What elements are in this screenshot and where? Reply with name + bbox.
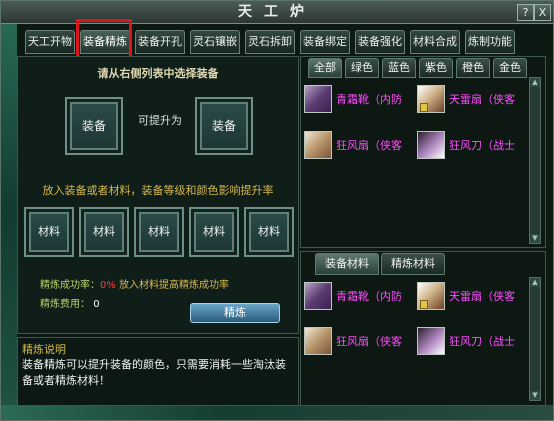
- boots-icon: [304, 85, 332, 113]
- material-slot[interactable]: 材料: [79, 207, 129, 257]
- item-name: 青霜靴（内防: [336, 93, 402, 106]
- fan-icon: [417, 282, 445, 310]
- filter-all[interactable]: 全部: [308, 58, 342, 78]
- filter-orange[interactable]: 橙色: [456, 58, 490, 78]
- description-text: 装备精炼可以提升装备的颜色，只需要消耗一些淘汰装备或者精炼材料！: [22, 358, 286, 387]
- scroll-down-icon[interactable]: ▼: [530, 234, 540, 243]
- item-name: 天雷扇（侠客: [449, 93, 515, 106]
- tab-socket[interactable]: 装备开孔: [135, 30, 185, 54]
- cost-label: 精炼费用：: [40, 299, 90, 310]
- scroll-up-icon[interactable]: ▲: [530, 278, 540, 287]
- highlight-box: [76, 19, 132, 59]
- list-item[interactable]: 狂风扇（侠客: [302, 327, 412, 355]
- filter-purple[interactable]: 紫色: [419, 58, 453, 78]
- upgrade-label: 可提升为: [138, 114, 182, 127]
- material-slot[interactable]: 材料: [189, 207, 239, 257]
- filter-blue[interactable]: 蓝色: [382, 58, 416, 78]
- item-name: 狂风扇（侠客: [336, 139, 402, 152]
- material-slot[interactable]: 材料: [134, 207, 184, 257]
- item-name: 狂风刀（战士: [449, 335, 515, 348]
- tab-refine-material[interactable]: 精炼材料: [381, 253, 445, 275]
- filter-gold[interactable]: 金色: [493, 58, 527, 78]
- list-item[interactable]: 天雷扇（侠客: [415, 282, 525, 310]
- success-rate-value: 0%: [100, 280, 116, 291]
- material-scrollbar[interactable]: ▲ ▼: [529, 277, 541, 401]
- success-rate-label: 精炼成功率：: [40, 280, 100, 291]
- list-item[interactable]: 狂风刀（战士: [415, 327, 525, 355]
- material-slot-label: 材料: [258, 225, 280, 238]
- filter-green[interactable]: 绿色: [345, 58, 379, 78]
- tab-bind[interactable]: 装备绑定: [300, 30, 350, 54]
- tab-synthesis[interactable]: 材料合成: [410, 30, 460, 54]
- boots-icon: [304, 282, 332, 310]
- material-slot-label: 材料: [148, 225, 170, 238]
- list-item[interactable]: 狂风刀（战士: [415, 131, 525, 159]
- equip-slot[interactable]: 装备: [65, 97, 123, 155]
- tab-tiangong[interactable]: 天工开物: [25, 30, 75, 54]
- tab-crafting[interactable]: 炼制功能: [465, 30, 515, 54]
- description-title: 精炼说明: [22, 343, 66, 356]
- refine-panel: 请从右侧列表中选择装备 装备 可提升为 装备 放入装备或者材料，装备等级和颜色影…: [17, 56, 299, 334]
- tab-equip-material[interactable]: 装备材料: [315, 253, 379, 275]
- success-rate-tip: 放入材料提高精炼成功率: [119, 280, 230, 291]
- select-hint: 请从右侧列表中选择装备: [97, 67, 219, 80]
- list-item[interactable]: 青霜靴（内防: [302, 282, 412, 310]
- list-item[interactable]: 青霜靴（内防: [302, 85, 412, 113]
- equip-slot-label: 装备: [81, 119, 106, 133]
- material-slot-label: 材料: [38, 225, 60, 238]
- material-slot[interactable]: 材料: [24, 207, 74, 257]
- tab-gem-remove[interactable]: 灵石拆卸: [245, 30, 295, 54]
- material-slot-label: 材料: [203, 225, 225, 238]
- help-button[interactable]: ?: [517, 4, 534, 21]
- description-panel: 精炼说明 装备精炼可以提升装备的颜色，只需要消耗一些淘汰装备或者精炼材料！: [17, 337, 299, 406]
- result-slot-label: 装备: [211, 119, 236, 133]
- item-name: 青霜靴（内防: [336, 290, 402, 303]
- item-name: 天雷扇（侠客: [449, 290, 515, 303]
- equipment-scrollbar[interactable]: ▲ ▼: [529, 77, 541, 244]
- material-slot-label: 材料: [93, 225, 115, 238]
- background-bottom: [1, 405, 553, 420]
- fan-icon: [304, 327, 332, 355]
- scroll-down-icon[interactable]: ▼: [530, 391, 540, 400]
- success-rate: 精炼成功率：0% 放入材料提高精炼成功率: [40, 276, 229, 291]
- blade-icon: [417, 131, 445, 159]
- cost-value: 0: [93, 299, 100, 310]
- blade-icon: [417, 327, 445, 355]
- close-button[interactable]: X: [534, 4, 551, 21]
- material-slot[interactable]: 材料: [244, 207, 294, 257]
- result-slot: 装备: [195, 97, 253, 155]
- item-name: 狂风刀（战士: [449, 139, 515, 152]
- item-name: 狂风扇（侠客: [336, 335, 402, 348]
- fan-icon: [304, 131, 332, 159]
- refine-cost: 精炼费用： 0: [40, 295, 100, 310]
- tab-enhance[interactable]: 装备强化: [355, 30, 405, 54]
- forge-window: 天工炉 ? X 天工开物 装备精炼 装备开孔 灵石镶嵌 灵石拆卸 装备绑定 装备…: [0, 0, 554, 421]
- lock-icon: [420, 300, 428, 309]
- material-hint: 放入装备或者材料，装备等级和颜色影响提升率: [42, 184, 274, 197]
- scroll-up-icon[interactable]: ▲: [530, 78, 540, 87]
- lock-icon: [420, 103, 428, 112]
- tab-gem-inlay[interactable]: 灵石镶嵌: [190, 30, 240, 54]
- list-item[interactable]: 狂风扇（侠客: [302, 131, 412, 159]
- fan-icon: [417, 85, 445, 113]
- background-left: [1, 1, 17, 420]
- list-item[interactable]: 天雷扇（侠客: [415, 85, 525, 113]
- refine-button[interactable]: 精炼: [190, 303, 280, 323]
